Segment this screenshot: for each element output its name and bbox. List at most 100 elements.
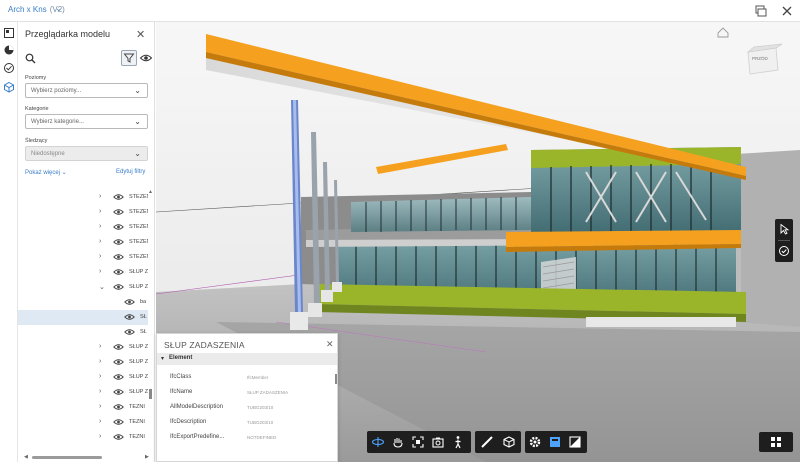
eye-icon[interactable] — [113, 253, 124, 261]
tree-row-label: TEZNI — [129, 419, 145, 425]
eye-icon[interactable] — [124, 313, 135, 321]
tree-row-label: STEŻEN — [129, 224, 148, 230]
chevron-right-icon[interactable]: › — [99, 373, 101, 380]
close-icon[interactable]: ✕ — [326, 339, 334, 350]
chevron-right-icon[interactable]: › — [99, 433, 101, 440]
filter-button[interactable] — [121, 50, 137, 66]
eye-icon[interactable] — [113, 283, 124, 291]
close-icon[interactable] — [780, 4, 794, 18]
fit-view-icon[interactable] — [411, 435, 425, 449]
property-value: NOTDEFINED — [247, 435, 277, 440]
tree-row-label: TEZNI — [129, 434, 145, 440]
eye-icon[interactable] — [124, 298, 135, 306]
eye-icon[interactable] — [113, 433, 124, 441]
model-browser-panel: Przeglądarka modelu ✕ Poziomy Wybierz po… — [18, 22, 155, 462]
tree-row[interactable]: › STEŻEN — [18, 205, 148, 220]
show-more-link[interactable]: Pokaż więcej ⌄ — [25, 169, 67, 176]
levels-select[interactable]: Wybierz poziomy... ⌄ — [25, 83, 148, 98]
scroll-right-icon[interactable]: ▶ — [145, 454, 149, 460]
sheets-icon[interactable] — [3, 27, 15, 39]
tree-row-label: SŁUP Z — [129, 284, 148, 290]
compare-icon[interactable] — [754, 4, 768, 18]
tree-row[interactable]: SŁ — [18, 325, 148, 340]
chevron-right-icon[interactable]: › — [99, 193, 101, 200]
layout-button[interactable] — [759, 432, 793, 452]
search-icon[interactable] — [25, 53, 36, 64]
element-section-header[interactable]: ▾ Element — [157, 353, 337, 365]
eye-icon[interactable] — [113, 223, 124, 231]
scroll-left-icon[interactable]: ◀ — [24, 454, 28, 460]
checklist-icon[interactable] — [3, 62, 15, 74]
tree-horizontal-scrollbar[interactable]: ◀ ▶ — [24, 454, 150, 460]
tree-row[interactable]: › TEZNI — [18, 430, 148, 445]
camera-icon[interactable] — [431, 435, 445, 449]
eye-icon[interactable] — [113, 193, 124, 201]
layers-icon[interactable] — [3, 44, 15, 56]
chevron-right-icon[interactable]: › — [99, 223, 101, 230]
tree-row[interactable]: ⌄ SŁUP Z — [18, 280, 148, 295]
property-row: IfcName SŁUP ZADASZENIA — [157, 386, 337, 401]
categories-label: Kategorie — [25, 106, 49, 112]
chevron-right-icon[interactable]: › — [99, 253, 101, 260]
tree-scrollbar[interactable]: ▲ — [148, 189, 154, 461]
scrollbar-thumb[interactable] — [149, 389, 152, 399]
markup-icon[interactable] — [778, 245, 790, 257]
eye-icon[interactable] — [113, 208, 124, 216]
tracking-select-value: Niedostępne — [31, 151, 65, 157]
settings-icon[interactable] — [528, 435, 542, 449]
chevron-right-icon[interactable]: › — [99, 238, 101, 245]
scrollbar-thumb[interactable] — [32, 456, 102, 459]
chevron-right-icon[interactable]: › — [99, 268, 101, 275]
property-key: AllModelDescription — [170, 404, 224, 410]
eye-icon[interactable] — [113, 268, 124, 276]
chevron-right-icon[interactable]: › — [99, 358, 101, 365]
select-cursor-icon[interactable] — [778, 223, 790, 235]
chevron-right-icon[interactable]: › — [99, 343, 101, 350]
chevron-right-icon[interactable]: › — [99, 418, 101, 425]
tree-row[interactable]: › STEŻEN — [18, 220, 148, 235]
tree-row[interactable]: › SŁUP Z — [18, 370, 148, 385]
tree-row[interactable]: ba — [18, 295, 148, 310]
eye-icon[interactable] — [139, 52, 153, 64]
measure-icon[interactable] — [480, 435, 494, 449]
eye-icon[interactable] — [113, 418, 124, 426]
tree-row[interactable]: › SŁUP Z — [18, 385, 148, 400]
pan-icon[interactable] — [391, 435, 405, 449]
categories-select[interactable]: Wybierz kategorie... ⌄ — [25, 114, 148, 129]
chevron-down-icon[interactable]: ⌄ — [99, 283, 105, 291]
eye-icon[interactable] — [113, 358, 124, 366]
tree-row-label: STEŻEN — [129, 209, 148, 215]
property-key: IfcClass — [170, 374, 192, 380]
document-title: Arch x Kns — [8, 5, 47, 14]
tree-row[interactable]: › SŁUP Z — [18, 355, 148, 370]
tree-row[interactable]: › STEŻEN — [18, 235, 148, 250]
close-icon[interactable]: ✕ — [136, 28, 145, 41]
viewcube-face-label: PRZÓD — [752, 56, 768, 61]
eye-icon[interactable] — [113, 343, 124, 351]
grid-icon — [771, 437, 781, 447]
tree-row[interactable]: › STEŻEN — [18, 250, 148, 265]
section-icon[interactable] — [502, 435, 516, 449]
walk-icon[interactable] — [451, 435, 465, 449]
orbit-icon[interactable] — [371, 435, 385, 449]
eye-icon[interactable] — [124, 328, 135, 336]
chevron-right-icon[interactable]: › — [99, 388, 101, 395]
tree-row[interactable]: › TEZNI — [18, 400, 148, 415]
model-browser-icon[interactable] — [3, 81, 15, 93]
chevron-right-icon[interactable]: › — [99, 403, 101, 410]
eye-icon[interactable] — [113, 373, 124, 381]
eye-icon[interactable] — [113, 238, 124, 246]
tree-row[interactable]: › SŁUP Z — [18, 265, 148, 280]
tree-row[interactable]: › STEŻEN — [18, 190, 148, 205]
model-browser-icon[interactable] — [548, 435, 562, 449]
tree-row[interactable]: › TEZNI — [18, 415, 148, 430]
eye-icon[interactable] — [113, 403, 124, 411]
properties-icon[interactable] — [568, 435, 582, 449]
tree-row[interactable]: SŁ — [18, 310, 148, 325]
edit-filters-link[interactable]: Edytuj filtry — [116, 169, 145, 175]
chevron-down-icon[interactable]: ⌄ — [55, 3, 63, 14]
eye-icon[interactable] — [113, 388, 124, 396]
chevron-right-icon[interactable]: › — [99, 208, 101, 215]
scroll-up-icon[interactable]: ▲ — [148, 189, 153, 195]
tree-row[interactable]: › SŁUP Z — [18, 340, 148, 355]
